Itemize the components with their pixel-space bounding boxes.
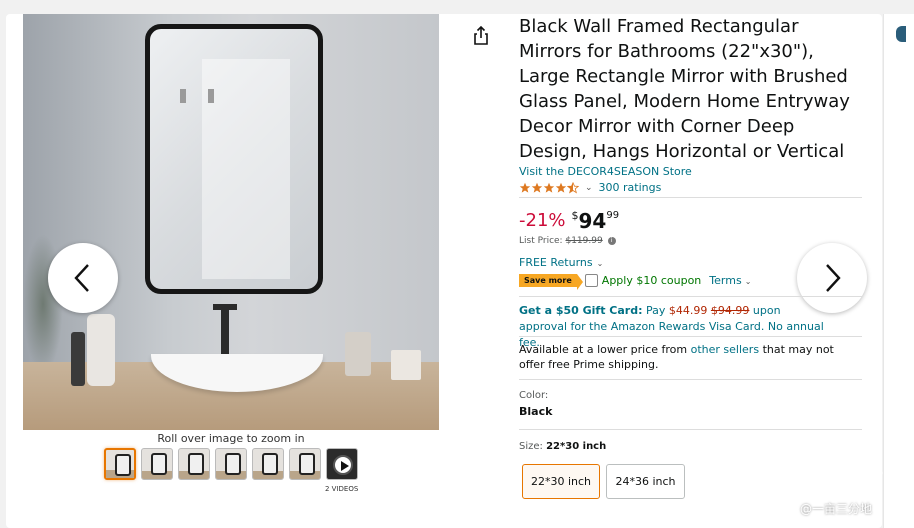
rating-row: ⌄ 300 ratings	[519, 181, 661, 194]
price-currency: $	[571, 209, 579, 222]
price-row: -21% $ 94 99	[519, 208, 619, 234]
divider	[519, 296, 862, 297]
videos-label: 2 VIDEOS	[325, 485, 359, 493]
size-option-22x30[interactable]: 22*30 inch	[522, 464, 600, 499]
coupon-row: Save more Apply $10 coupon Terms ⌄	[519, 274, 751, 290]
thumbnail[interactable]	[252, 448, 284, 480]
star-icon	[519, 182, 531, 193]
coupon-label[interactable]: Apply $10 coupon	[602, 274, 701, 287]
video-thumbnail[interactable]	[326, 448, 358, 480]
divider	[519, 336, 862, 337]
size-selected-value: 22*30 inch	[546, 441, 607, 452]
coupon-terms-link[interactable]: Terms ⌄	[709, 274, 751, 287]
thumbnail[interactable]	[141, 448, 173, 480]
color-label: Color:	[519, 390, 549, 401]
price-whole: 94	[578, 209, 607, 233]
thumbnail[interactable]	[178, 448, 210, 480]
product-title: Black Wall Framed Rectangular Mirrors fo…	[519, 16, 850, 162]
chevron-down-icon: ⌄	[744, 277, 752, 286]
watermark-text: @一亩三分地	[800, 502, 873, 516]
previous-image-button[interactable]	[48, 243, 118, 313]
list-price-value: $119.99	[565, 236, 603, 246]
chevron-right-icon	[826, 264, 841, 292]
star-icon	[555, 182, 567, 193]
play-icon	[333, 455, 353, 475]
sidebar-tab[interactable]	[896, 26, 906, 42]
divider	[519, 197, 862, 198]
size-label: Size: 22*30 inch	[519, 441, 607, 452]
availability-note: Available at a lower price from other se…	[519, 343, 834, 371]
star-icon	[543, 182, 555, 193]
half-star-icon	[567, 181, 579, 193]
chevron-left-icon	[74, 264, 89, 292]
star-icon	[531, 182, 543, 193]
color-value: Black	[519, 405, 553, 418]
list-price: List Price: $119.99 i	[519, 236, 616, 246]
store-link[interactable]: Visit the DECOR4SEASON Store	[519, 165, 692, 178]
save-more-badge: Save more	[519, 274, 583, 290]
coupon-checkbox[interactable]	[584, 274, 598, 287]
rating-stars[interactable]	[519, 181, 579, 194]
thumbnail[interactable]	[104, 448, 136, 480]
free-returns-link[interactable]: FREE Returns ⌄	[519, 256, 603, 269]
divider	[519, 379, 862, 380]
discount-percent: -21%	[519, 210, 566, 231]
chevron-down-icon: ⌄	[596, 259, 604, 268]
size-option-24x36[interactable]: 24*36 inch	[606, 464, 685, 499]
zoom-caption: Roll over image to zoom in	[157, 432, 305, 445]
thumbnail[interactable]	[215, 448, 247, 480]
price-fraction: 99	[606, 210, 620, 221]
divider	[519, 429, 862, 430]
main-product-image[interactable]	[23, 14, 439, 430]
info-icon[interactable]: i	[607, 236, 616, 245]
chevron-down-icon[interactable]: ⌄	[585, 183, 593, 193]
watermark-logo	[827, 438, 883, 496]
share-icon[interactable]	[469, 24, 493, 48]
other-sellers-link[interactable]: other sellers	[691, 343, 759, 356]
rating-count[interactable]: 300 ratings	[599, 181, 662, 194]
thumbnail[interactable]	[289, 448, 321, 480]
image-mirror	[145, 24, 323, 294]
